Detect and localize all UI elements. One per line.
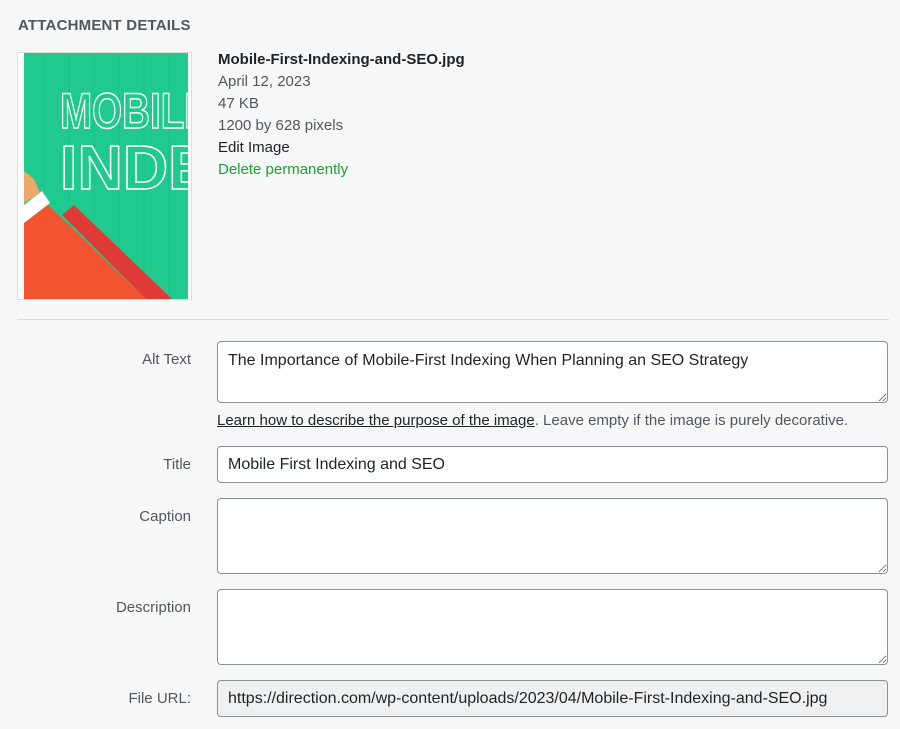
divider [17,319,889,320]
thumbnail-image: MOBILE INDE [24,53,188,299]
attachment-details-panel: ATTACHMENT DETAILS MOBILE INDE [0,0,900,729]
upload-date: April 12, 2023 [218,73,311,90]
thumbnail-text-line1: MOBILE [60,83,188,139]
title-label: Title [163,456,191,473]
alt-text-help: Learn how to describe the purpose of the… [217,412,848,429]
alt-text-field[interactable]: The Importance of Mobile-First Indexing … [217,341,888,403]
edit-image-link[interactable]: Edit Image [218,137,290,159]
delete-permanently-link[interactable]: Delete permanently [218,159,348,181]
file-name: Mobile-First-Indexing-and-SEO.jpg [218,51,465,68]
description-label: Description [115,599,191,616]
image-dimensions: 1200 by 628 pixels [218,117,344,134]
file-size: 47 KB [218,95,259,112]
caption-label: Caption [139,508,191,525]
title-field[interactable] [217,446,888,483]
attachment-thumbnail[interactable]: MOBILE INDE [17,52,192,300]
alt-text-label: Alt Text [142,351,191,368]
section-title: ATTACHMENT DETAILS [18,17,191,34]
alt-text-help-suffix: . Leave empty if the image is purely dec… [534,412,849,429]
attachment-meta: Mobile-First-Indexing-and-SEO.jpg April … [218,49,465,181]
caption-field[interactable] [217,498,888,574]
description-field[interactable] [217,589,888,665]
thumbnail-text-line2: INDE [60,134,188,203]
file-url-label: File URL: [128,690,191,707]
alt-text-help-link[interactable]: Learn how to describe the purpose of the… [217,412,535,429]
file-url-field[interactable] [217,680,888,717]
